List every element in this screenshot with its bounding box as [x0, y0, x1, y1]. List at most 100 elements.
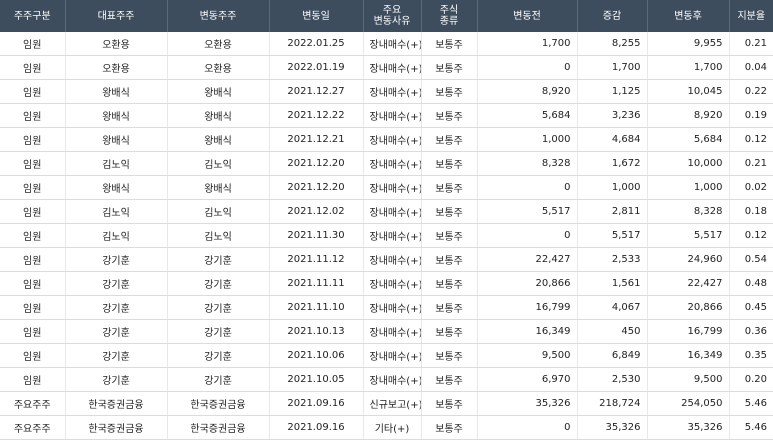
ratio-cell: 0.36 [729, 319, 773, 344]
holder-type-cell: 임원 [0, 151, 66, 176]
representative-cell: 강기훈 [65, 343, 168, 368]
ratio-cell: 0.02 [729, 175, 773, 200]
change-reason-cell: 장내매수(+) [363, 151, 422, 176]
stock-type-cell: 보통주 [421, 127, 478, 152]
stock-type-cell: 보통주 [421, 32, 478, 56]
after-cell: 10,045 [647, 79, 730, 104]
table-row: 임원 강기훈 강기훈 2021.10.05 장내매수(+) 보통주 6,970 2,530 9,… [0, 367, 773, 392]
header-row: 주주구분 대표주주 변동주주 변동일 주요 변동사유 주식 종류 변동전 증감 변동… [0, 0, 773, 32]
ratio-cell: 0.48 [729, 271, 773, 296]
ratio-cell: 0.04 [729, 55, 773, 80]
stock-type-cell: 보통주 [421, 391, 478, 416]
before-cell: 0 [477, 175, 578, 200]
table-row: 임원 왕배식 왕배식 2021.12.27 장내매수(+) 보통주 8,920 1,125 10… [0, 79, 773, 104]
table-row: 임원 왕배식 왕배식 2021.12.21 장내매수(+) 보통주 1,000 4,684 5,… [0, 127, 773, 152]
delta-cell: 8,255 [577, 32, 648, 56]
changed-holder-cell: 한국증권금융 [167, 391, 270, 416]
representative-cell: 김노익 [65, 223, 168, 248]
ratio-cell: 0.12 [729, 223, 773, 248]
header-representative: 대표주주 [65, 0, 168, 32]
change-reason-cell: 장내매수(+) [363, 55, 422, 80]
changed-holder-cell: 김노익 [167, 199, 270, 224]
holder-type-cell: 임원 [0, 319, 66, 344]
ratio-cell: 0.20 [729, 367, 773, 392]
before-cell: 6,970 [477, 367, 578, 392]
after-cell: 10,000 [647, 151, 730, 176]
change-reason-cell: 장내매수(+) [363, 103, 422, 128]
representative-cell: 강기훈 [65, 319, 168, 344]
before-cell: 5,517 [477, 199, 578, 224]
representative-cell: 강기훈 [65, 367, 168, 392]
before-cell: 20,866 [477, 271, 578, 296]
after-cell: 9,955 [647, 32, 730, 56]
header-delta: 증감 [577, 0, 648, 32]
stock-type-cell: 보통주 [421, 271, 478, 296]
header-holder-type: 주주구분 [0, 0, 66, 32]
stock-type-cell: 보통주 [421, 103, 478, 128]
change-reason-cell: 장내매수(+) [363, 247, 422, 272]
table-row: 임원 오환용 오환용 2022.01.25 장내매수(+) 보통주 1,700 8,255 9,… [0, 32, 773, 56]
ratio-cell: 0.18 [729, 199, 773, 224]
after-cell: 8,920 [647, 103, 730, 128]
change-date-cell: 2021.10.13 [269, 319, 364, 344]
stock-type-cell: 보통주 [421, 295, 478, 320]
representative-cell: 강기훈 [65, 247, 168, 272]
delta-cell: 1,561 [577, 271, 648, 296]
delta-cell: 2,530 [577, 367, 648, 392]
change-date-cell: 2021.12.20 [269, 175, 364, 200]
header-ratio: 지분율 [729, 0, 773, 32]
after-cell: 254,050 [647, 391, 730, 416]
stock-type-cell: 보통주 [421, 79, 478, 104]
header-stock-type: 주식 종류 [421, 0, 478, 32]
after-cell: 16,349 [647, 343, 730, 368]
changed-holder-cell: 오환용 [167, 55, 270, 80]
holder-type-cell: 임원 [0, 247, 66, 272]
holder-type-cell: 임원 [0, 223, 66, 248]
table-body: 임원 오환용 오환용 2022.01.25 장내매수(+) 보통주 1,700 8,255 9,… [0, 32, 773, 440]
changed-holder-cell: 왕배식 [167, 175, 270, 200]
ratio-cell: 0.35 [729, 343, 773, 368]
holder-type-cell: 임원 [0, 367, 66, 392]
change-date-cell: 2022.01.25 [269, 32, 364, 56]
table-row: 임원 강기훈 강기훈 2021.10.06 장내매수(+) 보통주 9,500 6,849 16… [0, 343, 773, 368]
holder-type-cell: 주요주주 [0, 391, 66, 416]
change-reason-cell: 장내매수(+) [363, 175, 422, 200]
change-date-cell: 2021.11.11 [269, 271, 364, 296]
change-date-cell: 2021.10.06 [269, 343, 364, 368]
before-cell: 5,684 [477, 103, 578, 128]
header-stock-type-line2: 종류 [439, 16, 459, 27]
change-reason-cell: 장내매수(+) [363, 127, 422, 152]
delta-cell: 5,517 [577, 223, 648, 248]
delta-cell: 218,724 [577, 391, 648, 416]
change-date-cell: 2021.09.16 [269, 391, 364, 416]
change-date-cell: 2021.09.16 [269, 415, 364, 440]
table-row: 임원 김노익 김노익 2021.11.30 장내매수(+) 보통주 0 5,517 5,517 0… [0, 223, 773, 248]
change-reason-cell: 장내매수(+) [363, 319, 422, 344]
change-reason-cell: 장내매수(+) [363, 199, 422, 224]
after-cell: 1,700 [647, 55, 730, 80]
table-row: 임원 김노익 김노익 2021.12.20 장내매수(+) 보통주 8,328 1,672 10… [0, 151, 773, 176]
holder-type-cell: 임원 [0, 55, 66, 80]
stock-type-cell: 보통주 [421, 415, 478, 440]
delta-cell: 4,067 [577, 295, 648, 320]
delta-cell: 6,849 [577, 343, 648, 368]
before-cell: 0 [477, 415, 578, 440]
header-after: 변동후 [647, 0, 730, 32]
changed-holder-cell: 강기훈 [167, 343, 270, 368]
after-cell: 5,517 [647, 223, 730, 248]
change-date-cell: 2022.01.19 [269, 55, 364, 80]
header-change-reason-line2: 변동사유 [373, 16, 411, 27]
table-row: 임원 김노익 김노익 2021.12.02 장내매수(+) 보통주 5,517 2,811 8,… [0, 199, 773, 224]
change-date-cell: 2021.12.20 [269, 151, 364, 176]
representative-cell: 강기훈 [65, 271, 168, 296]
table-row: 주요주주 한국증권금융 한국증권금융 2021.09.16 신규보고(+) 보통주 35,3… [0, 391, 773, 416]
representative-cell: 왕배식 [65, 103, 168, 128]
table-row: 주요주주 한국증권금융 한국증권금융 2021.09.16 기타(+) 보통주 0 35,32… [0, 415, 773, 440]
ratio-cell: 0.45 [729, 295, 773, 320]
delta-cell: 1,672 [577, 151, 648, 176]
representative-cell: 왕배식 [65, 175, 168, 200]
after-cell: 22,427 [647, 271, 730, 296]
table-row: 임원 왕배식 왕배식 2021.12.22 장내매수(+) 보통주 5,684 3,236 8,… [0, 103, 773, 128]
change-reason-cell: 장내매수(+) [363, 271, 422, 296]
change-reason-cell: 장내매수(+) [363, 223, 422, 248]
